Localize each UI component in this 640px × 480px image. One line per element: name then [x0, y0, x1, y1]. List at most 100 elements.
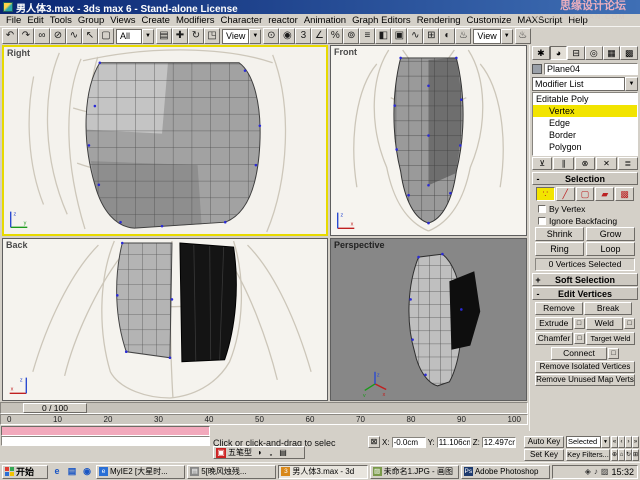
- chevron-down-icon[interactable]: ▼: [625, 77, 638, 91]
- taskbar-task-3dsmax[interactable]: 3 男人体3.max - 3d: [278, 464, 368, 479]
- auto-key-button[interactable]: Auto Key: [524, 436, 564, 448]
- hierarchy-tab-icon[interactable]: ⊟: [567, 46, 586, 60]
- start-button[interactable]: 开始: [2, 464, 48, 479]
- chamfer-settings-button[interactable]: □: [574, 332, 585, 344]
- utilities-tab-icon[interactable]: ▩: [620, 46, 639, 60]
- back-viewport-canvas[interactable]: [3, 239, 327, 400]
- chevron-down-icon[interactable]: ▼: [601, 436, 610, 448]
- previous-frame-icon[interactable]: ‹: [618, 436, 625, 448]
- menu-item[interactable]: reactor: [265, 15, 301, 26]
- break-button[interactable]: Break: [584, 301, 632, 315]
- modifier-list-dropdown[interactable]: Modifier List ▼: [532, 77, 638, 91]
- remove-button[interactable]: Remove: [535, 301, 583, 315]
- viewport-label[interactable]: Perspective: [334, 240, 385, 250]
- taskbar-clock[interactable]: 15:32: [611, 467, 634, 477]
- taskbar-task-paint[interactable]: ▨ 未命名1.JPG - 画图: [369, 464, 459, 479]
- stack-item-editable-poly[interactable]: Editable Poly: [533, 93, 637, 105]
- connect-button[interactable]: Connect: [551, 346, 607, 360]
- select-and-move-icon[interactable]: ✚: [172, 28, 188, 44]
- min-max-toggle-icon[interactable]: ⊞: [632, 449, 639, 461]
- render-type-dropdown[interactable]: View ▼: [473, 28, 513, 44]
- border-subobject-icon[interactable]: ▢: [575, 187, 595, 201]
- object-color-swatch[interactable]: [532, 64, 542, 74]
- ime-toolbar[interactable]: ▣ 五笔型 ◑ „ ▤: [213, 446, 305, 459]
- maxscript-macro-recorder-field[interactable]: [1, 426, 210, 436]
- select-and-link-icon[interactable]: ∞: [34, 28, 50, 44]
- bind-to-space-warp-icon[interactable]: ∿: [66, 28, 82, 44]
- show-desktop-icon[interactable]: ▤: [65, 465, 79, 478]
- stack-item-polygon[interactable]: Polygon: [533, 141, 637, 153]
- polygon-subobject-icon[interactable]: ▰: [595, 187, 615, 201]
- chevron-down-icon[interactable]: ▼: [142, 28, 154, 44]
- edge-subobject-icon[interactable]: ╱: [555, 187, 575, 201]
- right-viewport[interactable]: Right y z: [2, 45, 328, 236]
- motion-tab-icon[interactable]: ◎: [585, 46, 603, 60]
- set-key-button[interactable]: Set Key: [524, 449, 564, 461]
- menu-item[interactable]: Create: [138, 15, 173, 26]
- key-selection-dropdown[interactable]: Selected ▼: [566, 436, 610, 448]
- target-weld-button[interactable]: Target Weld: [586, 331, 635, 345]
- grow-button[interactable]: Grow: [586, 227, 635, 241]
- align-icon[interactable]: ▣: [391, 28, 408, 44]
- reference-coordinate-system-dropdown[interactable]: View ▼: [222, 28, 262, 44]
- right-viewport-canvas[interactable]: [4, 47, 326, 234]
- material-editor-icon[interactable]: ◐: [439, 28, 456, 44]
- unlink-selection-icon[interactable]: ⊘: [50, 28, 66, 44]
- configure-modifier-sets-icon[interactable]: ≣: [617, 157, 639, 170]
- front-viewport-canvas[interactable]: [331, 46, 526, 235]
- curve-editor-icon[interactable]: ∿: [407, 28, 424, 44]
- select-object-icon[interactable]: ↖: [82, 28, 98, 44]
- menu-item[interactable]: Edit: [24, 15, 46, 26]
- front-viewport[interactable]: Front x z: [330, 45, 527, 236]
- menu-item[interactable]: Group: [75, 15, 107, 26]
- menu-item[interactable]: Rendering: [414, 15, 464, 26]
- time-slider-track[interactable]: 0 / 100: [0, 402, 528, 414]
- modify-tab-icon[interactable]: ◕: [549, 46, 568, 60]
- select-and-scale-icon[interactable]: ◳: [204, 28, 220, 44]
- select-by-name-icon[interactable]: ▤: [156, 28, 172, 44]
- select-and-manipulate-icon[interactable]: ◉: [279, 28, 296, 44]
- extrude-settings-button[interactable]: □: [573, 317, 585, 329]
- media-player-icon[interactable]: ◉: [80, 465, 94, 478]
- render-scene-icon[interactable]: ♨: [455, 28, 472, 44]
- menu-item[interactable]: Character: [218, 15, 266, 26]
- zoom-extents-icon[interactable]: ⌂: [618, 449, 625, 461]
- pin-stack-icon[interactable]: ⊻: [532, 157, 553, 170]
- chevron-down-icon[interactable]: ▼: [249, 28, 262, 44]
- stack-item-edge[interactable]: Edge: [533, 117, 637, 129]
- ime-fullwidth-icon[interactable]: ◑: [254, 448, 264, 458]
- menu-item[interactable]: File: [3, 15, 24, 26]
- arc-rotate-icon[interactable]: ↻: [625, 449, 632, 461]
- y-coordinate-field[interactable]: 11.106cm: [436, 436, 471, 448]
- next-frame-icon[interactable]: ›: [625, 436, 632, 448]
- ime-mode-icon[interactable]: ▣: [216, 447, 226, 458]
- remove-unused-map-verts-button[interactable]: Remove Unused Map Verts: [535, 374, 635, 386]
- select-and-rotate-icon[interactable]: ↻: [188, 28, 204, 44]
- key-filters-button[interactable]: Key Filters...: [566, 449, 610, 461]
- object-name-field[interactable]: Plane04: [544, 63, 638, 75]
- soft-selection-rollout-header[interactable]: + Soft Selection: [532, 273, 638, 286]
- title-bar[interactable]: 男人体3.max - 3ds max 6 - Stand-alone Licen…: [0, 0, 640, 15]
- go-to-start-icon[interactable]: «: [611, 436, 618, 448]
- element-subobject-icon[interactable]: ▩: [615, 187, 634, 201]
- menu-item[interactable]: Graph Editors: [349, 15, 414, 26]
- ignore-backfacing-checkbox[interactable]: [538, 216, 546, 225]
- schematic-view-icon[interactable]: ⊞: [423, 28, 440, 44]
- perspective-viewport[interactable]: Perspective x y z: [330, 238, 527, 401]
- stack-item-border[interactable]: Border: [533, 129, 637, 141]
- z-coordinate-field[interactable]: 12.497cm: [481, 436, 516, 448]
- volume-icon[interactable]: ♪: [594, 467, 598, 476]
- menu-item[interactable]: Animation: [301, 15, 349, 26]
- menu-item[interactable]: Views: [107, 15, 138, 26]
- time-slider[interactable]: 0 / 100: [23, 403, 87, 413]
- ie-quick-launch-icon[interactable]: e: [50, 465, 64, 478]
- loop-button[interactable]: Loop: [586, 242, 635, 256]
- named-selection-sets-icon[interactable]: ≡: [359, 28, 376, 44]
- edit-vertices-rollout-header[interactable]: - Edit Vertices: [532, 287, 638, 300]
- viewport-label[interactable]: Front: [334, 47, 357, 57]
- stack-item-element[interactable]: Element: [533, 153, 637, 155]
- ring-button[interactable]: Ring: [535, 242, 584, 256]
- spinner-snap-icon[interactable]: ⊚: [343, 28, 360, 44]
- viewport-label[interactable]: Right: [7, 48, 30, 58]
- tray-display-icon[interactable]: ▨: [601, 467, 609, 476]
